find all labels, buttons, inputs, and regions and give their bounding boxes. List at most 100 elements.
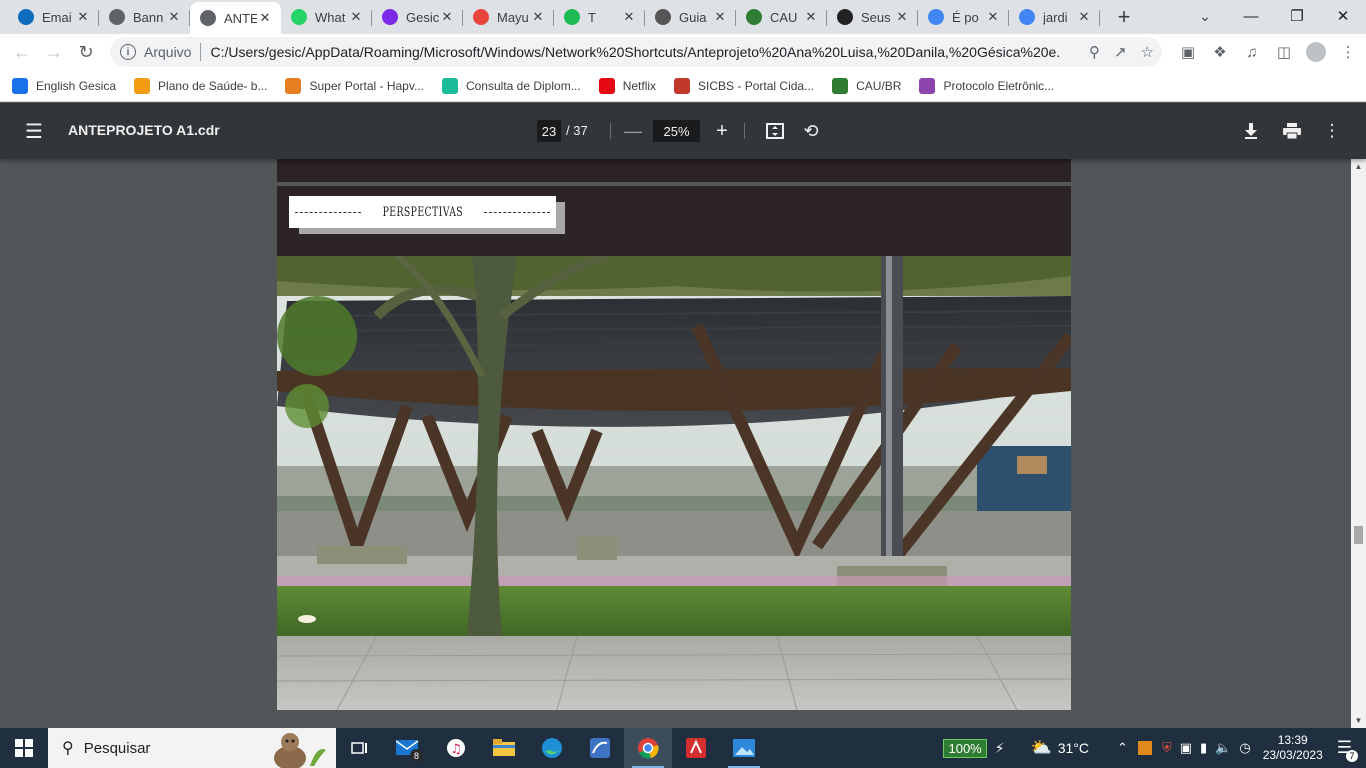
- browser-tab[interactable]: Bann ✕: [99, 2, 190, 32]
- back-icon[interactable]: ←: [6, 37, 38, 69]
- spotify-icon: [564, 9, 580, 25]
- itunes-icon[interactable]: ♫: [432, 728, 480, 768]
- share-icon[interactable]: ↗: [1114, 43, 1127, 61]
- tab-close-icon[interactable]: ✕: [894, 9, 910, 25]
- hamburger-menu-icon[interactable]: ☰: [22, 119, 46, 143]
- tab-search-icon[interactable]: ⌄: [1193, 4, 1217, 28]
- browser-tab[interactable]: Gesic ✕: [372, 2, 463, 32]
- address-bar[interactable]: i Arquivo C:/Users/gesic/AppData/Roaming…: [110, 37, 1162, 67]
- browser-tab[interactable]: Seus ✕: [827, 2, 918, 32]
- scroll-up-icon[interactable]: ▲: [1351, 159, 1366, 174]
- cau-icon: [832, 78, 849, 94]
- volume-icon[interactable]: 🔈: [1215, 740, 1231, 756]
- zoom-in-icon[interactable]: +: [711, 119, 733, 143]
- weather-icon[interactable]: ⛅: [1031, 738, 1052, 758]
- taskbar-search[interactable]: ⚲ Pesquisar: [48, 728, 336, 768]
- task-view-icon[interactable]: [336, 728, 384, 768]
- temperature[interactable]: 31°C: [1058, 740, 1089, 756]
- zoom-level-input[interactable]: 25%: [653, 120, 700, 142]
- close-window-icon[interactable]: ✕: [1320, 0, 1366, 32]
- browser-tab[interactable]: Emai ✕: [8, 2, 99, 32]
- browser-menu-icon[interactable]: ⋮: [1332, 37, 1364, 67]
- browser-tab[interactable]: jardi ✕: [1009, 2, 1100, 32]
- bookmark-item[interactable]: Plano de Saúde- b...: [134, 78, 267, 94]
- page-number-input[interactable]: 23: [537, 120, 561, 142]
- meet-now-icon[interactable]: ▣: [1180, 740, 1192, 756]
- browser-tab[interactable]: T ✕: [554, 2, 645, 32]
- tab-close-icon[interactable]: ✕: [348, 9, 364, 25]
- scrollbar-thumb[interactable]: [1354, 526, 1363, 544]
- bookmark-star-icon[interactable]: ☆: [1141, 43, 1154, 61]
- chrome-icon[interactable]: [624, 728, 672, 768]
- tab-close-icon[interactable]: ✕: [985, 9, 1001, 25]
- minimize-icon[interactable]: —: [1228, 0, 1274, 32]
- reload-icon[interactable]: ↻: [70, 37, 102, 69]
- search-icon: ⚲: [62, 740, 74, 757]
- tab-close-icon[interactable]: ✕: [257, 10, 273, 26]
- battery-icon[interactable]: ▮: [1200, 740, 1207, 756]
- browser-tab[interactable]: É po ✕: [918, 2, 1009, 32]
- mail-app-icon[interactable]: 8: [384, 728, 432, 768]
- browser-tab[interactable]: What ✕: [281, 2, 372, 32]
- tab-close-icon[interactable]: ✕: [621, 9, 637, 25]
- restore-icon[interactable]: ❐: [1274, 0, 1320, 32]
- browser-tab[interactable]: CAU ✕: [736, 2, 827, 32]
- zoom-out-icon[interactable]: —: [622, 119, 644, 143]
- wifi-icon[interactable]: ◷: [1239, 740, 1250, 756]
- bookmark-item[interactable]: SICBS - Portal Cida...: [674, 78, 814, 94]
- rotate-icon[interactable]: ⟲: [800, 120, 822, 142]
- start-button[interactable]: [0, 728, 48, 768]
- tab-title: T: [588, 9, 596, 25]
- target-icon: [473, 9, 489, 25]
- tab-close-icon[interactable]: ✕: [530, 9, 546, 25]
- puzzle-icon[interactable]: ❖: [1204, 37, 1236, 67]
- windows-taskbar: ⚲ Pesquisar 8 ♫ 100% ⚡ ⛅ 31°C ⌃ ⛨ ▣ ▮ 🔈 …: [0, 728, 1366, 768]
- tab-close-icon[interactable]: ✕: [75, 9, 91, 25]
- forward-icon[interactable]: →: [38, 37, 70, 69]
- scroll-down-icon[interactable]: ▼: [1351, 713, 1366, 728]
- bookmark-item[interactable]: Super Portal - Hapv...: [285, 78, 424, 94]
- bookmark-item[interactable]: English Gesica: [12, 78, 116, 94]
- sketch-app-icon[interactable]: [576, 728, 624, 768]
- bookmark-item[interactable]: CAU/BR: [832, 78, 901, 94]
- vertical-scrollbar[interactable]: ▲ ▼: [1351, 159, 1366, 728]
- zoom-search-icon[interactable]: ⚲: [1089, 43, 1100, 61]
- bookmark-item[interactable]: Netflix: [598, 78, 657, 94]
- chevron-up-icon[interactable]: ⌃: [1117, 740, 1128, 756]
- tab-close-icon[interactable]: ✕: [439, 9, 455, 25]
- more-options-icon[interactable]: ⋮: [1321, 120, 1343, 142]
- tab-title: What: [315, 9, 346, 25]
- bookmark-item[interactable]: Consulta de Diplom...: [441, 78, 581, 94]
- bookmark-item[interactable]: Protocolo Eletrônic...: [919, 78, 1054, 94]
- side-panel-icon[interactable]: ◫: [1268, 37, 1300, 67]
- browser-tab[interactable]: Mayu ✕: [463, 2, 554, 32]
- print-icon[interactable]: [1281, 120, 1303, 142]
- browser-tab[interactable]: ANTE ✕: [190, 2, 281, 34]
- info-icon[interactable]: i: [120, 44, 136, 60]
- file-explorer-icon[interactable]: [480, 728, 528, 768]
- tab-title: Gesic: [406, 9, 439, 25]
- tab-close-icon[interactable]: ✕: [1076, 9, 1092, 25]
- fit-to-page-icon[interactable]: [764, 120, 786, 142]
- extension-icon[interactable]: ▣: [1172, 37, 1204, 67]
- clock[interactable]: 13:39 23/03/2023: [1263, 733, 1323, 763]
- acrobat-icon[interactable]: [672, 728, 720, 768]
- new-tab-button[interactable]: +: [1110, 3, 1138, 31]
- address-url[interactable]: C:/Users/gesic/AppData/Roaming/Microsoft…: [210, 44, 1060, 60]
- tab-close-icon[interactable]: ✕: [166, 9, 182, 25]
- edge-icon[interactable]: [528, 728, 576, 768]
- security-shield-icon[interactable]: ⛨: [1162, 740, 1172, 756]
- outlook-icon: [18, 9, 34, 25]
- notifications-icon[interactable]: ☰ 7: [1337, 738, 1358, 762]
- system-tray: 100% ⚡ ⛅ 31°C ⌃ ⛨ ▣ ▮ 🔈 ◷ 13:39 23/03/20…: [943, 728, 1366, 768]
- tab-close-icon[interactable]: ✕: [712, 9, 728, 25]
- tab-close-icon[interactable]: ✕: [803, 9, 819, 25]
- download-icon[interactable]: [1240, 120, 1262, 142]
- photos-icon[interactable]: [720, 728, 768, 768]
- bookmark-label: Netflix: [622, 79, 657, 93]
- media-control-icon[interactable]: ♫: [1236, 37, 1268, 67]
- browser-tab[interactable]: Guia ✕: [645, 2, 736, 32]
- profile-avatar[interactable]: [1300, 37, 1332, 67]
- battery-status[interactable]: 100%: [943, 738, 987, 758]
- app-tray-icon[interactable]: [1137, 741, 1152, 755]
